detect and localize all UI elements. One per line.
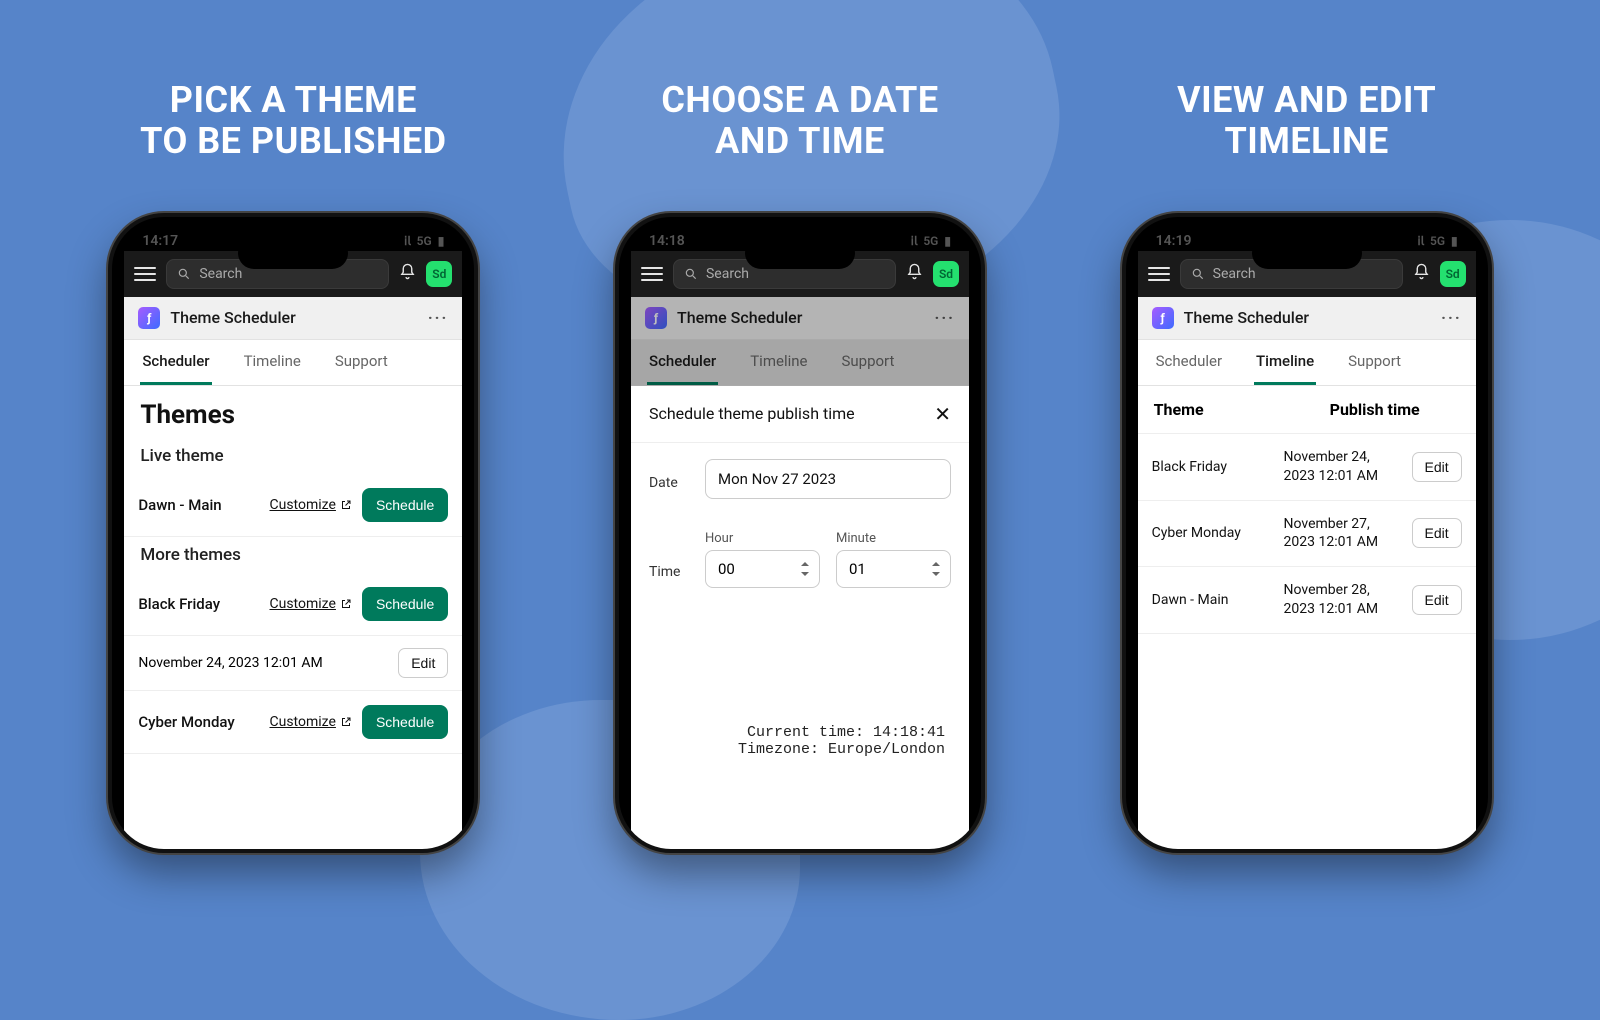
modal-title: Schedule theme publish time <box>649 404 855 423</box>
avatar[interactable]: Sd <box>933 261 959 287</box>
phone-timeline: 14:19 𝗂𝗅5G▮ Search Sd <box>1122 213 1492 853</box>
app-title: Theme Scheduler <box>677 308 802 327</box>
avatar[interactable]: Sd <box>1440 261 1466 287</box>
minute-select[interactable]: 01 <box>836 550 951 588</box>
table-row: Cyber Monday November 27, 2023 12:01 AM … <box>1138 501 1476 568</box>
edit-button[interactable]: Edit <box>1412 585 1462 615</box>
app-title: Theme Scheduler <box>1184 308 1309 327</box>
app-icon: ƒ <box>645 307 667 329</box>
timezone-text: Timezone: Europe/London <box>655 741 945 758</box>
col-header-theme: Theme <box>1154 400 1330 419</box>
theme-row: Cyber Monday Customize Schedule <box>124 691 462 754</box>
customize-link[interactable]: Customize <box>270 714 352 730</box>
tab-timeline[interactable]: Timeline <box>748 340 809 385</box>
scheduled-date: November 24, 2023 12:01 AM <box>138 655 322 671</box>
theme-name: Black Friday <box>138 595 259 613</box>
schedule-button[interactable]: Schedule <box>362 705 448 739</box>
more-icon[interactable]: ··· <box>1441 308 1461 327</box>
status-time: 14:17 <box>142 233 178 249</box>
more-icon[interactable]: ··· <box>428 308 448 327</box>
tab-scheduler[interactable]: Scheduler <box>1154 340 1224 385</box>
hamburger-menu[interactable] <box>134 267 156 281</box>
heading-view-timeline: VIEW AND EDIT TIMELINE <box>1177 80 1436 163</box>
customize-link[interactable]: Customize <box>270 497 352 513</box>
status-time: 14:18 <box>649 233 685 249</box>
table-row: Black Friday November 24, 2023 12:01 AM … <box>1138 434 1476 501</box>
edit-button[interactable]: Edit <box>1412 452 1462 482</box>
customize-link[interactable]: Customize <box>270 596 352 612</box>
heading-choose-date: CHOOSE A DATE AND TIME <box>661 80 938 163</box>
theme-row: Black Friday Customize Schedule <box>124 573 462 636</box>
theme-name: Dawn - Main <box>138 496 259 514</box>
tab-scheduler[interactable]: Scheduler <box>647 340 718 385</box>
hour-select[interactable]: 00 <box>705 550 820 588</box>
minute-label: Minute <box>836 531 951 546</box>
search-icon <box>684 267 698 281</box>
edit-button[interactable]: Edit <box>1412 518 1462 548</box>
col-header-time: Publish time <box>1330 400 1460 419</box>
more-themes-label: More themes <box>124 537 462 573</box>
cell-theme: Dawn - Main <box>1152 592 1276 608</box>
app-icon: ƒ <box>1152 307 1174 329</box>
tab-support[interactable]: Support <box>333 340 390 385</box>
theme-row: Dawn - Main Customize Schedule <box>124 474 462 537</box>
hamburger-menu[interactable] <box>1148 267 1170 281</box>
phone-datetime: 14:18 𝗂𝗅5G▮ Search Sd <box>615 213 985 853</box>
close-icon[interactable]: ✕ <box>934 402 951 426</box>
date-input[interactable]: Mon Nov 27 2023 <box>705 459 951 499</box>
external-link-icon <box>340 716 352 728</box>
cell-time: November 27, 2023 12:01 AM <box>1284 515 1404 553</box>
more-icon[interactable]: ··· <box>935 308 955 327</box>
cell-theme: Black Friday <box>1152 459 1276 475</box>
tab-support[interactable]: Support <box>839 340 896 385</box>
tab-scheduler[interactable]: Scheduler <box>140 340 211 385</box>
app-icon: ƒ <box>138 307 160 329</box>
phone-scheduler: 14:17 𝗂𝗅5G▮ Search Sd <box>108 213 478 853</box>
schedule-button[interactable]: Schedule <box>362 587 448 621</box>
avatar[interactable]: Sd <box>426 261 452 287</box>
app-title: Theme Scheduler <box>170 308 295 327</box>
notifications-icon[interactable] <box>399 263 416 284</box>
date-label: Date <box>649 475 689 499</box>
themes-heading: Themes <box>124 386 462 438</box>
current-time-text: Current time: 14:18:41 <box>655 724 945 741</box>
search-icon <box>1191 267 1205 281</box>
table-row: Dawn - Main November 28, 2023 12:01 AM E… <box>1138 567 1476 634</box>
time-label: Time <box>649 564 689 588</box>
status-time: 14:19 <box>1156 233 1192 249</box>
cell-time: November 24, 2023 12:01 AM <box>1284 448 1404 486</box>
theme-name: Cyber Monday <box>138 713 259 731</box>
external-link-icon <box>340 499 352 511</box>
scheduled-date-row: November 24, 2023 12:01 AM Edit <box>124 636 462 691</box>
schedule-button[interactable]: Schedule <box>362 488 448 522</box>
notifications-icon[interactable] <box>1413 263 1430 284</box>
cell-theme: Cyber Monday <box>1152 525 1276 541</box>
live-theme-label: Live theme <box>124 438 462 474</box>
tab-timeline[interactable]: Timeline <box>1254 340 1316 385</box>
notifications-icon[interactable] <box>906 263 923 284</box>
external-link-icon <box>340 598 352 610</box>
hour-label: Hour <box>705 531 820 546</box>
hamburger-menu[interactable] <box>641 267 663 281</box>
tab-timeline[interactable]: Timeline <box>242 340 303 385</box>
tab-support[interactable]: Support <box>1346 340 1403 385</box>
edit-button[interactable]: Edit <box>398 648 448 678</box>
cell-time: November 28, 2023 12:01 AM <box>1284 581 1404 619</box>
heading-pick-theme: PICK A THEME TO BE PUBLISHED <box>140 80 446 163</box>
search-icon <box>177 267 191 281</box>
